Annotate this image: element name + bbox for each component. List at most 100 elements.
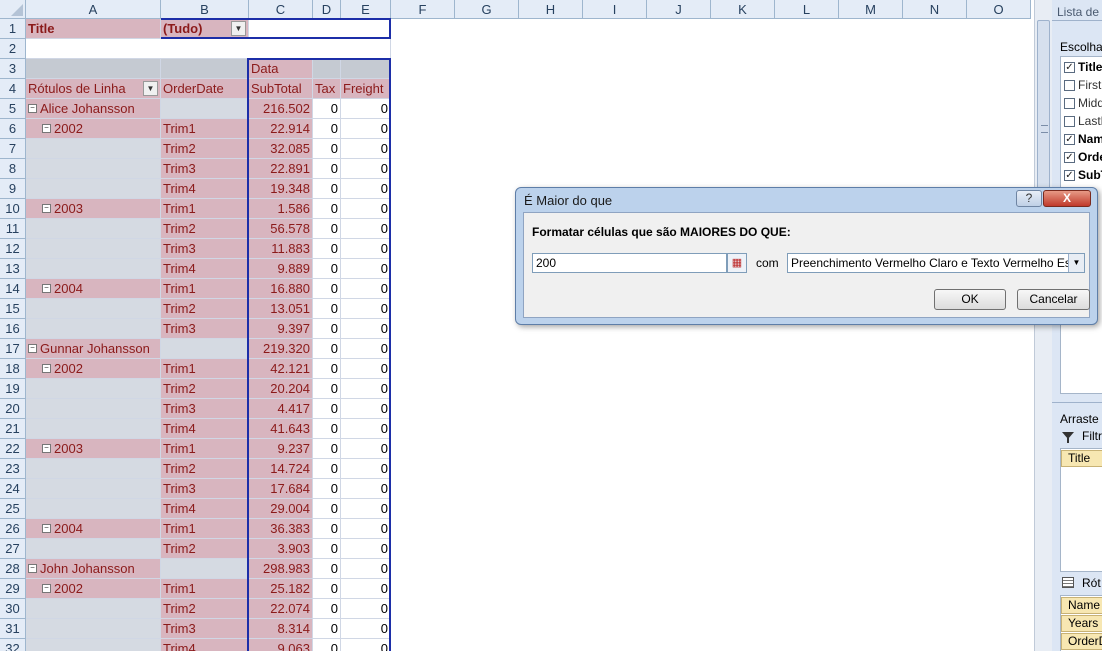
- order-date-cell[interactable]: Trim1: [161, 439, 249, 459]
- tax-cell[interactable]: 0: [313, 359, 341, 379]
- tax-cell[interactable]: 0: [313, 619, 341, 639]
- order-date-cell[interactable]: Trim3: [161, 319, 249, 339]
- freight-cell[interactable]: 0: [341, 599, 391, 619]
- freight-cell[interactable]: 0: [341, 639, 391, 651]
- subtotal-cell[interactable]: 29.004: [249, 499, 313, 519]
- order-date-cell[interactable]: Trim3: [161, 159, 249, 179]
- tax-cell[interactable]: 0: [313, 179, 341, 199]
- row-header-29[interactable]: 29: [0, 579, 26, 599]
- row-header-15[interactable]: 15: [0, 299, 26, 319]
- tax-cell[interactable]: 0: [313, 499, 341, 519]
- row-header-19[interactable]: 19: [0, 379, 26, 399]
- subtotal-cell[interactable]: 14.724: [249, 459, 313, 479]
- select-all-corner[interactable]: [0, 0, 26, 19]
- tax-cell[interactable]: 0: [313, 419, 341, 439]
- row-label-cell[interactable]: −2004: [26, 279, 161, 299]
- filter-dropdown-icon[interactable]: ▼: [231, 21, 246, 36]
- freight-cell[interactable]: 0: [341, 619, 391, 639]
- row-header-25[interactable]: 25: [0, 499, 26, 519]
- row-label-cell[interactable]: [26, 599, 161, 619]
- format-select[interactable]: Preenchimento Vermelho Claro e Texto Ver…: [787, 253, 1085, 273]
- row-label-cell[interactable]: [26, 479, 161, 499]
- row-header-27[interactable]: 27: [0, 539, 26, 559]
- subtotal-cell[interactable]: 9.237: [249, 439, 313, 459]
- subtotal-cell[interactable]: 8.314: [249, 619, 313, 639]
- tax-cell[interactable]: 0: [313, 339, 341, 359]
- row-header-26[interactable]: 26: [0, 519, 26, 539]
- row-header-11[interactable]: 11: [0, 219, 26, 239]
- field-checkbox[interactable]: [1064, 80, 1075, 91]
- field-checkbox[interactable]: ✓: [1064, 152, 1075, 163]
- order-date-cell[interactable]: Trim4: [161, 639, 249, 651]
- row-header-28[interactable]: 28: [0, 559, 26, 579]
- tax-cell[interactable]: 0: [313, 459, 341, 479]
- row-header-20[interactable]: 20: [0, 399, 26, 419]
- collapse-toggle-icon[interactable]: −: [42, 364, 51, 374]
- field-checkbox[interactable]: ✓: [1064, 170, 1075, 181]
- order-date-cell[interactable]: Trim4: [161, 499, 249, 519]
- row-label-cell[interactable]: [26, 379, 161, 399]
- field-checkbox[interactable]: [1064, 98, 1075, 109]
- freight-cell[interactable]: 0: [341, 259, 391, 279]
- row-header-12[interactable]: 12: [0, 239, 26, 259]
- subtotal-cell[interactable]: 42.121: [249, 359, 313, 379]
- row-header-32[interactable]: 32: [0, 639, 26, 651]
- subtotal-cell[interactable]: 22.074: [249, 599, 313, 619]
- tax-cell[interactable]: 0: [313, 159, 341, 179]
- column-header-h[interactable]: H: [519, 0, 583, 19]
- row-label-cell[interactable]: −2002: [26, 119, 161, 139]
- freight-cell[interactable]: 0: [341, 559, 391, 579]
- tax-cell[interactable]: 0: [313, 239, 341, 259]
- order-date-cell[interactable]: Trim3: [161, 479, 249, 499]
- row-header-4[interactable]: 4: [0, 79, 26, 99]
- subtotal-cell[interactable]: 19.348: [249, 179, 313, 199]
- tax-cell[interactable]: 0: [313, 199, 341, 219]
- tax-cell[interactable]: 0: [313, 599, 341, 619]
- freight-cell[interactable]: 0: [341, 159, 391, 179]
- threshold-input[interactable]: 200: [532, 253, 727, 273]
- freight-cell[interactable]: 0: [341, 279, 391, 299]
- subtotal-cell[interactable]: 41.643: [249, 419, 313, 439]
- order-date-cell[interactable]: Trim1: [161, 119, 249, 139]
- row-label-cell[interactable]: [26, 259, 161, 279]
- collapse-toggle-icon[interactable]: −: [42, 124, 51, 134]
- row-header-23[interactable]: 23: [0, 459, 26, 479]
- collapse-toggle-icon[interactable]: −: [42, 444, 51, 454]
- freight-cell[interactable]: 0: [341, 199, 391, 219]
- chevron-down-icon[interactable]: ▼: [1068, 254, 1084, 272]
- row-header-30[interactable]: 30: [0, 599, 26, 619]
- column-header-j[interactable]: J: [647, 0, 711, 19]
- row-label-cell[interactable]: −2003: [26, 199, 161, 219]
- order-date-cell[interactable]: Trim2: [161, 459, 249, 479]
- tax-cell[interactable]: 0: [313, 259, 341, 279]
- order-date-cell[interactable]: Trim2: [161, 299, 249, 319]
- freight-cell[interactable]: 0: [341, 239, 391, 259]
- row-label-cell[interactable]: − Gunnar Johansson: [26, 339, 161, 359]
- subtotal-cell[interactable]: 9.063: [249, 639, 313, 651]
- order-date-cell[interactable]: Trim4: [161, 259, 249, 279]
- order-date-cell[interactable]: Trim1: [161, 199, 249, 219]
- subtotal-cell[interactable]: 25.182: [249, 579, 313, 599]
- tax-cell[interactable]: 0: [313, 579, 341, 599]
- column-header-d[interactable]: D: [313, 0, 341, 19]
- row-header-31[interactable]: 31: [0, 619, 26, 639]
- column-header-o[interactable]: O: [967, 0, 1031, 19]
- freight-cell[interactable]: 0: [341, 579, 391, 599]
- subtotal-cell[interactable]: 219.320: [249, 339, 313, 359]
- cancel-button[interactable]: Cancelar: [1017, 289, 1090, 310]
- freight-cell[interactable]: 0: [341, 99, 391, 119]
- row-header-16[interactable]: 16: [0, 319, 26, 339]
- row-label-cell[interactable]: [26, 179, 161, 199]
- row-label-cell[interactable]: [26, 619, 161, 639]
- order-date-cell[interactable]: [161, 559, 249, 579]
- subtotal-cell[interactable]: 16.880: [249, 279, 313, 299]
- order-date-cell[interactable]: [161, 339, 249, 359]
- order-date-cell[interactable]: Trim4: [161, 419, 249, 439]
- row-header-24[interactable]: 24: [0, 479, 26, 499]
- row-label-cell[interactable]: [26, 139, 161, 159]
- tax-cell[interactable]: 0: [313, 639, 341, 651]
- subtotal-cell[interactable]: 9.889: [249, 259, 313, 279]
- row-header-10[interactable]: 10: [0, 199, 26, 219]
- tax-cell[interactable]: 0: [313, 379, 341, 399]
- subtotal-cell[interactable]: 22.914: [249, 119, 313, 139]
